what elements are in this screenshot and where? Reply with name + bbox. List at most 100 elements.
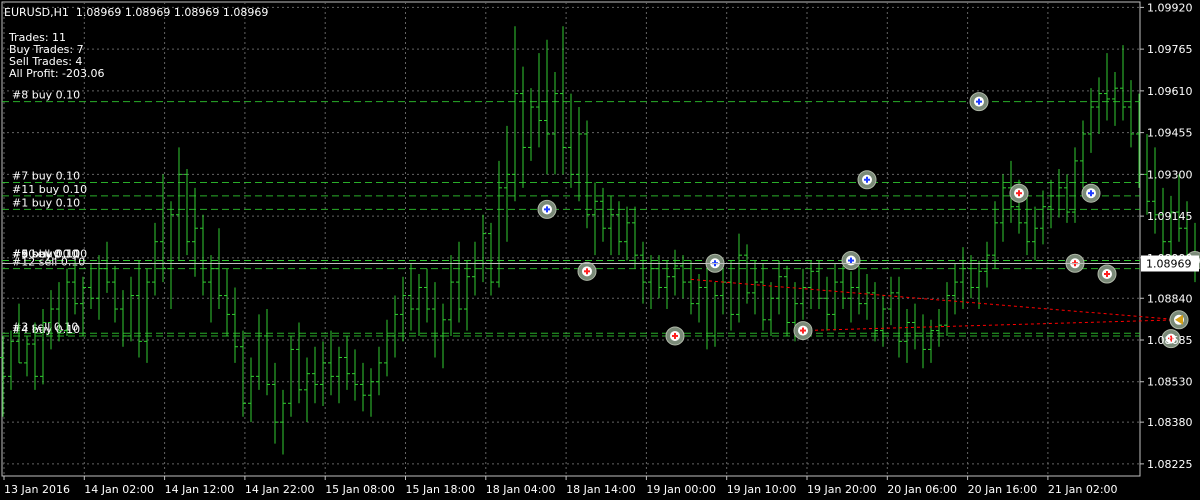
buy-marker — [857, 170, 877, 190]
ohlc-bar — [120, 290, 126, 347]
sell-marker — [1097, 264, 1117, 284]
ohlc-bar — [696, 274, 702, 323]
ohlc-bar — [104, 241, 110, 293]
chart-grid — [1, 1, 1141, 477]
stat-all-profit: All Profit: -203.06 — [9, 67, 105, 80]
close-marker — [1169, 310, 1189, 330]
ohlc-bar — [920, 314, 926, 369]
ohlc-bar — [824, 276, 830, 331]
x-tick-label: 13 Jan 2016 — [4, 483, 70, 496]
ohlc-bar — [816, 260, 822, 310]
y-tick-label: 1.08685 — [1147, 334, 1193, 347]
ohlc-bar — [464, 260, 470, 331]
y-tick-label: 1.08380 — [1147, 416, 1193, 429]
ohlc-bar — [112, 265, 118, 323]
ohlc-bar — [272, 362, 278, 444]
ohlc-bar — [208, 255, 214, 323]
ohlc-bar — [168, 201, 174, 310]
ohlc-bar — [568, 93, 574, 188]
order-level-label: #8 buy 0.10 — [12, 89, 80, 102]
ohlc-bar — [984, 241, 990, 288]
ohlc-bar — [840, 265, 846, 310]
time-axis: 13 Jan 2016 14 Jan 02:00 14 Jan 12:00 14 Ja… — [3, 476, 1118, 496]
ohlc-bar — [352, 349, 358, 401]
ohlc-bar — [1112, 72, 1118, 126]
ohlc-bar — [480, 214, 486, 283]
ohlc-bar — [1120, 45, 1126, 121]
ohlc-bar — [968, 255, 974, 299]
y-tick-label: 1.08530 — [1147, 376, 1193, 389]
y-tick-label: 1.09765 — [1147, 43, 1193, 56]
ohlc-bar — [368, 368, 374, 417]
ohlc-bar — [1056, 168, 1062, 218]
sell-marker — [577, 261, 597, 281]
ohlc-bar — [640, 241, 646, 304]
ohlc-bar — [728, 260, 734, 331]
ohlc-bar — [592, 182, 598, 256]
order-level-label: #11 buy 0.10 — [12, 183, 87, 196]
ohlc-bar — [408, 263, 414, 331]
ohlc-bar — [96, 255, 102, 320]
y-tick-label: 1.09455 — [1147, 127, 1193, 140]
sell-marker — [665, 326, 685, 346]
ohlc-bar — [712, 282, 718, 347]
ohlc-bar — [80, 276, 86, 336]
ohlc-bar — [280, 389, 286, 455]
ohlc-bar — [1168, 195, 1174, 261]
sell-cross-v — [802, 327, 804, 334]
x-tick-label: 21 Jan 02:00 — [1048, 483, 1118, 496]
sell-cross-v — [1018, 190, 1020, 197]
sell-cross-v — [1106, 271, 1108, 278]
buy-marker — [841, 251, 861, 271]
ohlc-bar — [672, 249, 678, 296]
x-tick-label: 15 Jan 18:00 — [406, 483, 476, 496]
ohlc-bar — [880, 295, 886, 347]
y-tick-label: 1.08225 — [1147, 458, 1193, 471]
sell-marker — [793, 321, 813, 341]
ohlc-bar — [88, 263, 94, 310]
order-level-label: #7 buy 0.10 — [12, 169, 80, 182]
ohlc-bar — [936, 309, 942, 347]
buy-marker — [537, 199, 557, 219]
ohlc-bar — [576, 107, 582, 202]
ohlc-bar — [720, 268, 726, 315]
ohlc-bar — [504, 125, 510, 242]
profit-lines — [690, 278, 1180, 332]
ohlc-bar — [24, 335, 30, 377]
ohlc-values: 1.08969 1.08969 1.08969 1.08969 — [75, 6, 269, 19]
ohlc-bar — [544, 39, 550, 175]
buy-marker — [1081, 183, 1101, 203]
ohlc-bar — [224, 268, 230, 336]
profit-line — [690, 278, 1180, 321]
x-tick-label: 18 Jan 04:00 — [486, 483, 556, 496]
x-tick-label: 18 Jan 14:00 — [566, 483, 636, 496]
stat-trades: Trades: 11 — [9, 31, 67, 44]
y-tick-label: 1.09920 — [1147, 1, 1193, 14]
buy-marker — [969, 92, 989, 112]
buy-cross-v — [866, 176, 868, 183]
ohlc-bar — [264, 309, 270, 396]
ohlc-bar — [656, 255, 662, 299]
ohlc-bar — [376, 346, 382, 396]
ohlc-bar — [528, 88, 534, 161]
sell-marker — [1009, 183, 1029, 203]
ohlc-bar — [344, 335, 350, 390]
ohlc-bar — [304, 357, 310, 423]
ohlc-bar — [848, 271, 854, 323]
order-level-label: #12 sell 0.10 — [12, 256, 85, 269]
ohlc-bar — [1040, 190, 1046, 245]
ohlc-bar — [216, 228, 222, 310]
ohlc-bar — [152, 222, 158, 296]
x-tick-label: 15 Jan 08:00 — [325, 483, 395, 496]
x-tick-label: 20 Jan 16:00 — [968, 483, 1038, 496]
order-level-label: #4 buy 0.10 — [12, 323, 80, 336]
price-chart[interactable]: #8 buy 0.10 #7 buy 0.10#11 buy 0.10#1 buy… — [0, 0, 1200, 500]
x-tick-label: 14 Jan 22:00 — [245, 483, 315, 496]
ohlc-bar — [400, 276, 406, 342]
ohlc-bar — [808, 260, 814, 310]
ohlc-bar — [512, 26, 518, 202]
order-level-label: #1 buy 0.10 — [12, 196, 80, 209]
x-tick-label: 19 Jan 10:00 — [727, 483, 797, 496]
ohlc-bar — [520, 66, 526, 188]
ohlc-bar — [624, 206, 630, 261]
